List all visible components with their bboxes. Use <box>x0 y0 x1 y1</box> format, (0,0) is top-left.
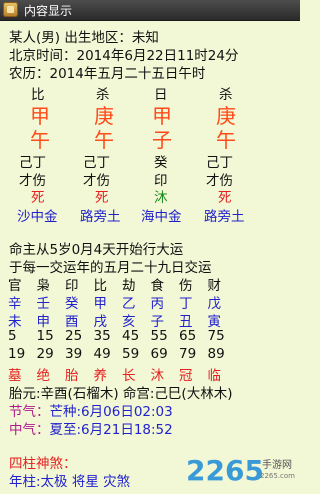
dayun-gan: 癸 <box>65 296 79 312</box>
dayun-start: 65 <box>179 328 197 344</box>
pillar-nayin: 海中金 <box>141 209 182 225</box>
dayun-zhi: 申 <box>36 314 51 330</box>
pillar-state: 死 <box>31 190 45 206</box>
zhongqi-value: 夏至:6月21日18:52 <box>49 422 173 438</box>
pillar-nayin: 沙中金 <box>17 209 58 225</box>
dayun-shishen: 食 <box>150 278 165 294</box>
dayun-end: 59 <box>122 346 140 362</box>
site-watermark: 2265 手游网 2265.com <box>186 452 295 488</box>
dayun-gan: 甲 <box>93 296 108 312</box>
dayun-gan: 丁 <box>179 296 193 312</box>
lunar-date: 农历：2014年五月二十五日午时 <box>9 66 206 82</box>
dayun-state: 冠 <box>179 368 193 384</box>
pillar-nayin: 路旁土 <box>80 209 121 225</box>
shensha-title: 四柱神煞： <box>9 456 77 472</box>
zhongqi-line: 中气：夏至:6月21日18:52 <box>9 418 173 438</box>
dayun-zhi: 子 <box>150 314 165 330</box>
dayun-start: 75 <box>207 328 225 344</box>
watermark-url: 2265.com <box>260 472 295 480</box>
dayun-start: 命主从5岁0月4天开始行大运 <box>9 242 184 258</box>
dayun-zhi: 戌 <box>93 314 108 330</box>
pillar-state: 沐 <box>154 190 168 206</box>
dayun-gan: 丙 <box>150 296 165 312</box>
dayun-jiaoyun: 于每一交运年的五月二十九日交运 <box>9 260 212 276</box>
dayun-gan: 壬 <box>36 296 51 312</box>
pillar-canggan: 己丁 <box>206 155 233 171</box>
pillar-canggan: 己丁 <box>83 155 110 171</box>
dayun-gan: 戊 <box>207 296 222 312</box>
dayun-shishen: 枭 <box>36 278 51 294</box>
dayun-state: 墓 <box>8 368 22 384</box>
pillar-zhi: 午 <box>30 128 50 152</box>
pillar-zhi: 午 <box>216 128 236 152</box>
watermark-number: 2265 <box>186 454 264 487</box>
dayun-end: 49 <box>93 346 111 362</box>
dayun-zhi: 寅 <box>207 314 222 330</box>
dayun-start: 25 <box>65 328 83 344</box>
dayun-shishen: 伤 <box>179 278 193 294</box>
dayun-shishen: 比 <box>93 278 108 294</box>
taiyuan-minggong: 胎元:辛酉(石榴木) 命宫:己巳(大林木) <box>9 386 233 402</box>
watermark-site: 手游网 <box>262 460 292 471</box>
jieqi-line: 节气：芒种:6月06日02:03 <box>9 400 173 420</box>
pillar-canggan: 己丁 <box>19 155 46 171</box>
beijing-time: 北京时间：2014年6月22日11时24分 <box>9 48 239 64</box>
dayun-shishen: 劫 <box>122 278 136 294</box>
dayun-shishen: 财 <box>207 278 222 294</box>
dayun-zhi: 未 <box>8 314 22 330</box>
dayun-state: 临 <box>207 368 222 384</box>
pillar-zhi: 子 <box>152 128 172 152</box>
dayun-zhi: 酉 <box>65 314 79 330</box>
dayun-zhi: 丑 <box>179 314 193 330</box>
dayun-state: 沐 <box>150 368 165 384</box>
dayun-state: 养 <box>93 368 108 384</box>
dayun-zhi: 亥 <box>122 314 136 330</box>
pillar-canggan: 癸 <box>154 155 168 171</box>
dayun-start: 55 <box>150 328 168 344</box>
window-title: 内容显示 <box>24 4 73 18</box>
person-info: 某人(男) 出生地区：未知 <box>9 30 159 46</box>
pillar-state: 死 <box>218 190 232 206</box>
dayun-gan: 辛 <box>8 296 22 312</box>
dayun-shishen: 印 <box>65 278 79 294</box>
dayun-start: 5 <box>8 328 17 344</box>
zhongqi-label: 中气： <box>9 422 50 438</box>
dayun-end: 69 <box>150 346 168 362</box>
dayun-end: 79 <box>179 346 197 362</box>
dayun-start: 45 <box>122 328 140 344</box>
pillar-zhi: 午 <box>94 128 114 152</box>
dayun-state: 胎 <box>65 368 79 384</box>
pillar-nayin: 路旁土 <box>204 209 245 225</box>
app-icon <box>3 2 18 17</box>
dayun-start: 15 <box>36 328 54 344</box>
dayun-state: 长 <box>122 368 136 384</box>
dayun-shishen: 官 <box>8 278 22 294</box>
title-bar: 内容显示 <box>0 0 300 21</box>
dayun-end: 89 <box>207 346 225 362</box>
dayun-end: 19 <box>8 346 26 362</box>
dayun-start: 35 <box>93 328 111 344</box>
nianzhu-shensha: 年柱:太极 将星 灾煞 <box>9 474 131 490</box>
dayun-end: 39 <box>65 346 83 362</box>
pillar-state: 死 <box>95 190 109 206</box>
dayun-end: 29 <box>36 346 54 362</box>
dayun-gan: 乙 <box>122 296 136 312</box>
dayun-state: 绝 <box>36 368 51 384</box>
